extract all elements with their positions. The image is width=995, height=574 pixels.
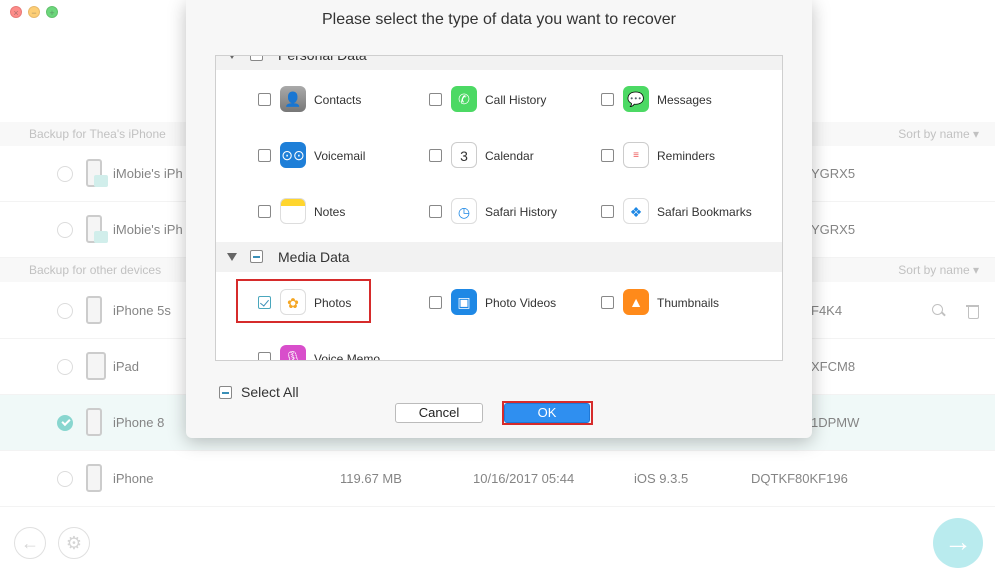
checkbox[interactable]	[601, 149, 614, 162]
item-label: Photo Videos	[485, 296, 557, 310]
item-label: Reminders	[657, 149, 716, 163]
checkbox[interactable]	[429, 205, 442, 218]
voicemail-icon: ⊙⊙	[280, 142, 306, 168]
cancel-button[interactable]: Cancel	[395, 403, 483, 423]
checkbox[interactable]	[258, 205, 271, 218]
select-all-checkbox[interactable]	[219, 386, 232, 399]
item-label: Safari History	[485, 205, 558, 219]
item-label: Voicemail	[314, 149, 366, 163]
safari-bookmarks-icon: ❖	[623, 198, 649, 224]
checkbox[interactable]	[429, 296, 442, 309]
checkbox[interactable]	[258, 352, 271, 360]
item-label: Voice Memo	[314, 352, 381, 361]
photo-videos-icon: ▣	[451, 289, 477, 315]
safari-history-icon: ◷	[451, 198, 477, 224]
item-label: Thumbnails	[657, 296, 720, 310]
notes-icon	[280, 198, 306, 224]
checkbox[interactable]	[601, 296, 614, 309]
group-checkbox[interactable]	[250, 56, 263, 61]
item-label: Calendar	[485, 149, 534, 163]
item-label: Call History	[485, 93, 547, 107]
microphone-icon: 🎙	[280, 345, 306, 360]
group-header-media[interactable]: Media Data	[216, 242, 782, 272]
data-type-dialog: Please select the type of data you want …	[186, 0, 812, 438]
select-all-label: Select All	[241, 384, 299, 400]
checkbox[interactable]	[601, 93, 614, 106]
thumbnails-icon: ▲	[623, 289, 649, 315]
checkbox[interactable]	[258, 93, 271, 106]
group-checkbox-partial[interactable]	[250, 250, 263, 263]
phone-icon: ✆	[451, 86, 477, 112]
group-title: Media Data	[278, 249, 350, 265]
reminders-icon: ≡	[623, 142, 649, 168]
calendar-icon: 3	[451, 142, 477, 168]
messages-icon: 💬	[623, 86, 649, 112]
disclosure-triangle-icon[interactable]	[227, 253, 237, 261]
item-label: Contacts	[314, 93, 362, 107]
item-label: Messages	[657, 93, 712, 107]
ok-highlight-box	[502, 401, 593, 425]
item-label: Safari Bookmarks	[657, 205, 752, 219]
checkbox[interactable]	[429, 93, 442, 106]
photos-highlight-box	[236, 279, 371, 323]
contacts-icon: 👤	[280, 86, 306, 112]
group-title: Personal Data	[278, 55, 367, 63]
disclosure-triangle-icon[interactable]	[227, 56, 237, 59]
checkbox[interactable]	[601, 205, 614, 218]
checkbox[interactable]	[429, 149, 442, 162]
dialog-title: Please select the type of data you want …	[322, 11, 676, 28]
checkbox[interactable]	[258, 149, 271, 162]
item-label: Notes	[314, 205, 346, 219]
group-header-personal[interactable]: Personal Data	[216, 55, 782, 70]
